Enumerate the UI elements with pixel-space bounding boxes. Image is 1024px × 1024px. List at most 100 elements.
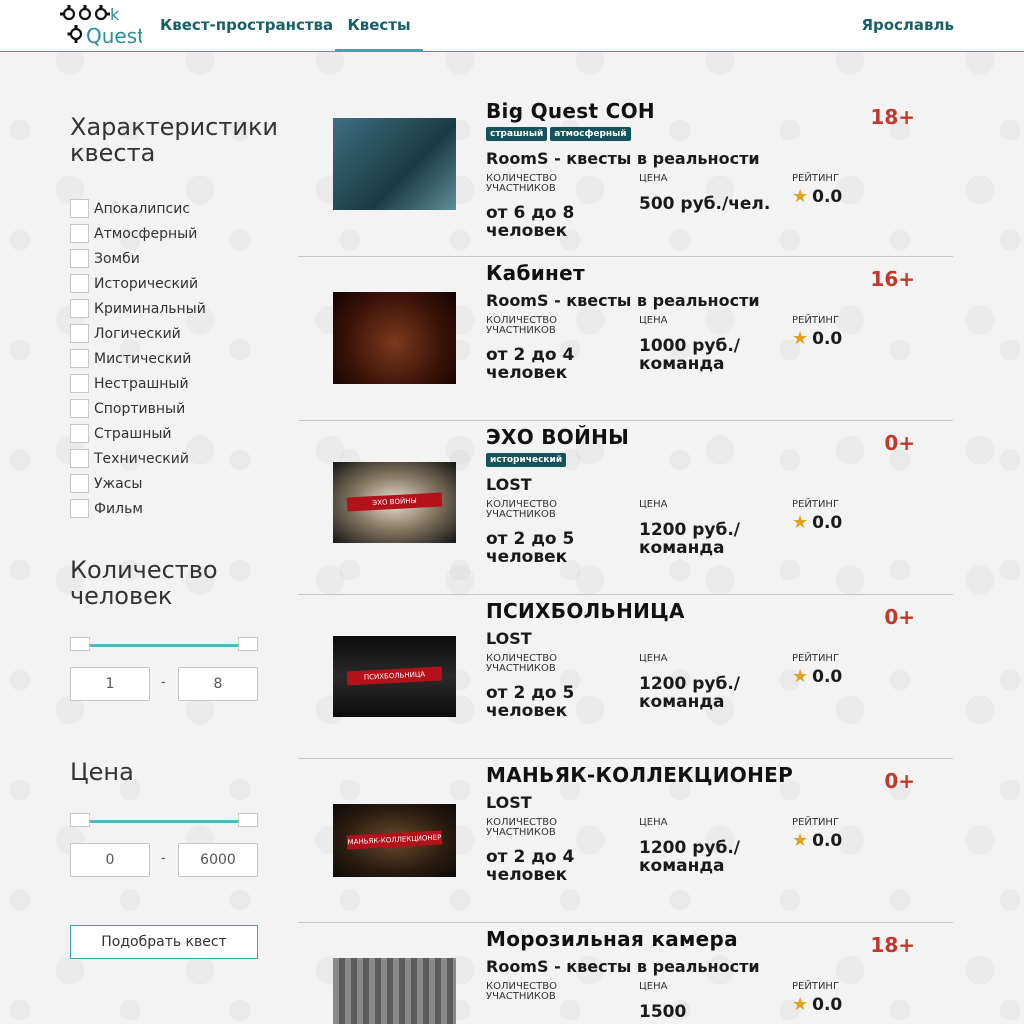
- nav-quests[interactable]: Квесты: [335, 16, 423, 51]
- price-column: ЦЕНА 500 руб./чел.: [639, 173, 789, 214]
- quest-thumbnail[interactable]: [333, 292, 456, 384]
- filter-option[interactable]: Технический: [70, 446, 270, 471]
- quest-info: ПСИХБОЛЬНИЦА LOST КОЛИЧЕСТВО УЧАСТНИКОВ от …: [486, 599, 953, 724]
- people-min-input[interactable]: [70, 667, 150, 701]
- filter-checkbox[interactable]: [70, 274, 89, 293]
- filter-option[interactable]: Фильм: [70, 496, 270, 521]
- quest-stats: КОЛИЧЕСТВО УЧАСТНИКОВ ЦЕНА 1500 РЕЙТИНГ ★ 0.0: [486, 982, 953, 1024]
- quest-card[interactable]: Морозильная камера RoomS - квесты в реаль…: [298, 923, 953, 1024]
- people-slider-max-handle[interactable]: [238, 637, 258, 651]
- filter-checkbox[interactable]: [70, 224, 89, 243]
- filter-option[interactable]: Логический: [70, 321, 270, 346]
- filter-checkbox[interactable]: [70, 324, 89, 343]
- quest-company[interactable]: RoomS - квесты в реальности: [486, 957, 953, 976]
- quest-tag[interactable]: атмосферный: [550, 127, 631, 141]
- price-column: ЦЕНА 1500: [639, 981, 789, 1022]
- quest-thumbnail[interactable]: [333, 118, 456, 210]
- quest-card[interactable]: ПСИХБОЛЬНИЦА ПСИХБОЛЬНИЦА LOST КОЛИЧЕСТВО У…: [298, 595, 953, 759]
- filter-label: Мистический: [94, 350, 192, 367]
- quest-thumbnail[interactable]: ПСИХБОЛЬНИЦА: [333, 636, 456, 717]
- rating-column: РЕЙТИНГ ★ 0.0: [792, 818, 912, 851]
- participants-column: КОЛИЧЕСТВО УЧАСТНИКОВ от 2 до 4 человек: [486, 818, 626, 885]
- rating-value: ★ 0.0: [792, 329, 912, 349]
- participants-value: от 2 до 4 человек: [486, 345, 575, 383]
- age-rating-badge: 18+: [870, 105, 915, 129]
- quest-thumbnail[interactable]: [333, 958, 456, 1024]
- filter-option[interactable]: Страшный: [70, 421, 270, 446]
- price-min-input[interactable]: [70, 843, 150, 877]
- nav-quest-spaces[interactable]: Квест-пространства: [160, 16, 333, 34]
- filter-option[interactable]: Ужасы: [70, 471, 270, 496]
- filter-checkbox[interactable]: [70, 299, 89, 318]
- bookquest-logo[interactable]: k Quest: [60, 2, 145, 48]
- quest-company[interactable]: LOST: [486, 629, 953, 648]
- price-label: ЦЕНА: [639, 981, 668, 992]
- star-icon: ★: [792, 512, 809, 533]
- quest-company[interactable]: RoomS - квесты в реальности: [486, 149, 953, 168]
- quest-title[interactable]: ЭХО ВОЙНЫ: [486, 425, 953, 449]
- rating-column: РЕЙТИНГ ★ 0.0: [792, 316, 912, 349]
- quest-stats: КОЛИЧЕСТВО УЧАСТНИКОВ от 2 до 4 человек ЦЕ…: [486, 818, 953, 888]
- people-slider-track[interactable]: [80, 644, 250, 647]
- quest-company[interactable]: LOST: [486, 793, 953, 812]
- price-max-input[interactable]: [178, 843, 258, 877]
- rating-number: 0.0: [812, 329, 843, 349]
- participants-value: от 2 до 4 человек: [486, 847, 575, 885]
- filter-checkbox[interactable]: [70, 449, 89, 468]
- filter-label: Спортивный: [94, 400, 186, 417]
- filter-checkbox[interactable]: [70, 499, 89, 518]
- quest-company[interactable]: LOST: [486, 475, 953, 494]
- filter-label: Криминальный: [94, 300, 206, 317]
- quest-title[interactable]: ПСИХБОЛЬНИЦА: [486, 599, 953, 623]
- price-slider-min-handle[interactable]: [70, 813, 90, 827]
- characteristics-heading: Характеристики квеста: [70, 113, 279, 167]
- city-selector[interactable]: Ярославль: [861, 16, 954, 34]
- quest-title[interactable]: МАНЬЯК-КОЛЛЕКЦИОНЕР: [486, 763, 953, 787]
- quest-stats: КОЛИЧЕСТВО УЧАСТНИКОВ от 2 до 5 человек ЦЕ…: [486, 654, 953, 724]
- participants-value: от 2 до 5 человек: [486, 529, 575, 567]
- rating-label: РЕЙТИНГ: [792, 173, 840, 184]
- rating-label: РЕЙТИНГ: [792, 499, 840, 510]
- find-quest-button[interactable]: Подобрать квест: [70, 925, 258, 959]
- price-slider-track[interactable]: [80, 820, 250, 823]
- filter-option[interactable]: Атмосферный: [70, 221, 270, 246]
- people-range: -: [70, 637, 270, 717]
- people-slider-min-handle[interactable]: [70, 637, 90, 651]
- filter-option[interactable]: Мистический: [70, 346, 270, 371]
- rating-column: РЕЙТИНГ ★ 0.0: [792, 173, 912, 207]
- filter-checkbox[interactable]: [70, 424, 89, 443]
- rating-number: 0.0: [812, 995, 843, 1015]
- filter-checkbox[interactable]: [70, 399, 89, 418]
- filter-option[interactable]: Криминальный: [70, 296, 270, 321]
- price-slider-max-handle[interactable]: [238, 813, 258, 827]
- filter-checkbox[interactable]: [70, 349, 89, 368]
- filter-checkbox[interactable]: [70, 249, 89, 268]
- age-rating-badge: 0+: [884, 605, 915, 629]
- filter-sidebar: Характеристики квеста Апокалипсис Атмосфе…: [70, 113, 279, 959]
- price-label: ЦЕНА: [639, 173, 668, 184]
- quest-tag[interactable]: страшный: [486, 127, 548, 141]
- filter-option[interactable]: Апокалипсис: [70, 196, 270, 221]
- participants-value: от 6 до 8 человек: [486, 203, 575, 241]
- quest-card[interactable]: Кабинет RoomS - квесты в реальности КОЛИЧЕ…: [298, 257, 953, 421]
- filter-checkbox[interactable]: [70, 474, 89, 493]
- filter-option[interactable]: Исторический: [70, 271, 270, 296]
- rating-value: ★ 0.0: [792, 995, 912, 1015]
- filter-option[interactable]: Спортивный: [70, 396, 270, 421]
- quest-tag[interactable]: исторический: [486, 453, 567, 467]
- filter-option[interactable]: Зомби: [70, 246, 270, 271]
- filter-checkbox[interactable]: [70, 199, 89, 218]
- quest-thumbnail[interactable]: МАНЬЯК-КОЛЛЕКЦИОНЕР: [333, 804, 456, 877]
- filter-checkbox[interactable]: [70, 374, 89, 393]
- quest-card[interactable]: Big Quest СОН страшный атмосферный RoomS - …: [298, 95, 953, 257]
- filter-option[interactable]: Нестрашный: [70, 371, 270, 396]
- star-icon: ★: [792, 186, 809, 207]
- price-column: ЦЕНА 1200 руб./команда: [639, 654, 789, 712]
- quest-thumbnail[interactable]: ЭХО ВОЙНЫ: [333, 462, 456, 543]
- rating-column: РЕЙТИНГ ★ 0.0: [792, 982, 912, 1015]
- quest-card[interactable]: МАНЬЯК-КОЛЛЕКЦИОНЕР МАНЬЯК-КОЛЛЕКЦИОНЕР LO…: [298, 759, 953, 923]
- quest-stats: КОЛИЧЕСТВО УЧАСТНИКОВ от 6 до 8 человек ЦЕ…: [486, 174, 953, 244]
- quest-company[interactable]: RoomS - квесты в реальности: [486, 291, 953, 310]
- people-max-input[interactable]: [178, 667, 258, 701]
- quest-card[interactable]: ЭХО ВОЙНЫ ЭХО ВОЙНЫ исторический LOST КОЛИЧЕ…: [298, 421, 953, 595]
